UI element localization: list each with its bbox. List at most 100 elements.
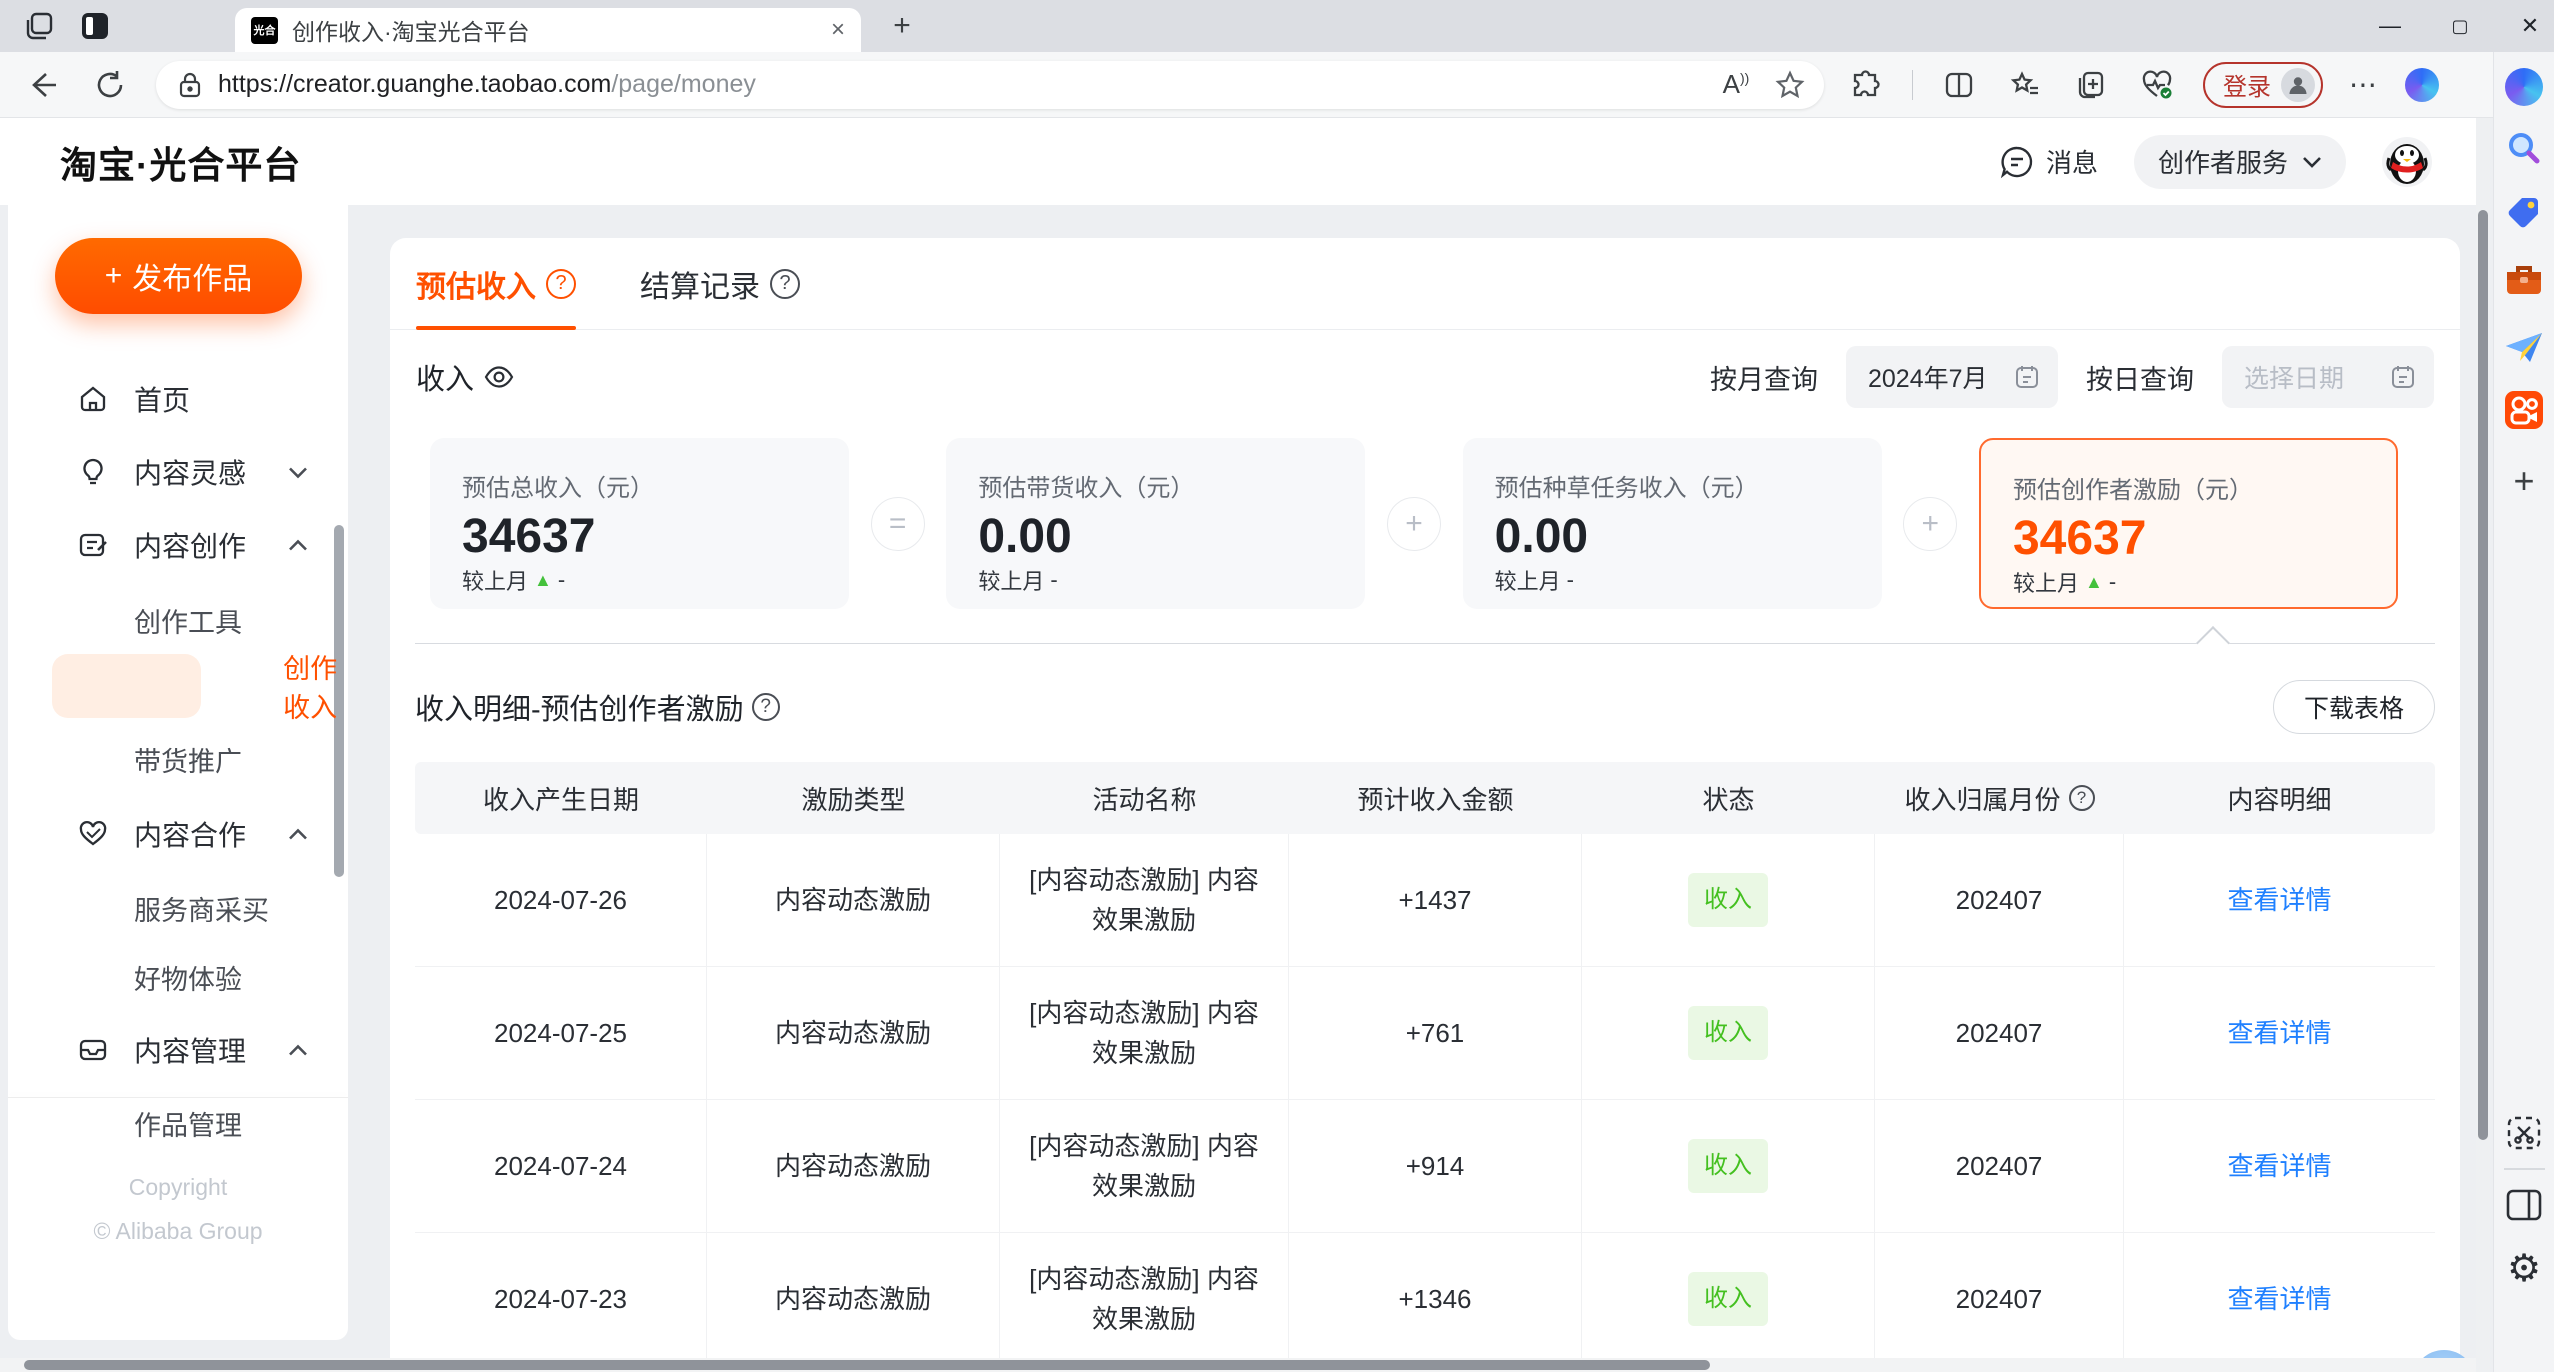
extensions-icon[interactable] (1846, 65, 1886, 105)
sidebar-item-service-purchase[interactable]: 服务商采买 (8, 876, 348, 940)
calendar-icon (2016, 366, 2038, 388)
income-cards: 预估总收入（元） 34637 较上月 ▲ - = 预估带货收入（元） 0.00 较上… (390, 438, 2460, 609)
more-menu-icon[interactable]: ⋯ (2349, 68, 2379, 101)
sidebar-item-cooperation[interactable]: 内容合作 (8, 802, 348, 866)
rail-divider (2504, 1168, 2545, 1170)
income-detail-table: 收入产生日期 激励类型 活动名称 预计收入金额 状态 收入归属月份? 内容明细 … (415, 762, 2435, 1366)
screenshot-snip-icon[interactable] (2505, 1114, 2543, 1152)
site-header: 淘宝·光合平台 消息 创作者服务 (0, 118, 2476, 205)
help-icon[interactable]: ? (751, 693, 780, 721)
scrollbar-thumb[interactable] (2478, 210, 2488, 1140)
split-screen-icon[interactable] (1939, 65, 1979, 105)
window-minimize-button[interactable]: — (2374, 13, 2406, 39)
status-badge: 收入 (1688, 1272, 1768, 1326)
vertical-tabs-icon[interactable] (78, 9, 112, 43)
lock-icon (179, 72, 201, 97)
equals-operator: = (870, 496, 925, 551)
settings-gear-icon[interactable]: ⚙ (2507, 1250, 2541, 1288)
sidebar-item-creation-tools[interactable]: 创作工具 (8, 588, 348, 652)
help-icon[interactable]: ? (770, 268, 800, 299)
sidebar-item-works-management[interactable]: 作品管理 (8, 1091, 348, 1155)
card-creator-incentive[interactable]: 预估创作者激励（元） 34637 较上月 ▲ - (1978, 438, 2398, 609)
view-details-link[interactable]: 查看详情 (2227, 1013, 2331, 1053)
date-placeholder: 选择日期 (2244, 365, 2345, 393)
kuaishou-icon[interactable] (2504, 390, 2544, 430)
shopping-tag-icon[interactable] (2505, 194, 2543, 232)
read-aloud-icon[interactable]: A)) (1716, 65, 1756, 105)
browser-toolbar: https://creator.guanghe.taobao.com/page/… (0, 52, 2554, 118)
message-icon (2000, 146, 2033, 178)
date-picker[interactable]: 选择日期 (2222, 346, 2434, 408)
table-row: 2024-07-23 内容动态激励 [内容动态激励] 内容效果激励 +1346 … (415, 1233, 2435, 1366)
table-row: 2024-07-25 内容动态激励 [内容动态激励] 内容效果激励 +761 收… (415, 967, 2435, 1100)
browser-essentials-icon[interactable] (2137, 65, 2177, 105)
month-picker[interactable]: 2024年7月 (1846, 346, 2058, 408)
window-close-button[interactable]: ✕ (2514, 13, 2546, 39)
tab-estimated-income[interactable]: 预估收入 ? (416, 238, 576, 330)
help-icon[interactable]: ? (546, 268, 576, 299)
home-icon (80, 386, 106, 412)
download-table-button[interactable]: 下载表格 (2272, 680, 2435, 734)
sidebar-item-management[interactable]: 内容管理 (8, 1018, 348, 1082)
main-panel: 预估收入 ? 结算记录 ? 收入 按月查询 2024年7月 按日查询 选择日期 … (390, 238, 2460, 1372)
collections-icon[interactable] (2005, 65, 2045, 105)
avatar[interactable] (2382, 136, 2432, 187)
sidebar-item-product-trial[interactable]: 好物体验 (8, 945, 348, 1009)
new-tab-button[interactable]: + (882, 6, 922, 46)
chevron-down-icon (289, 467, 307, 478)
card-sales-income[interactable]: 预估带货收入（元） 0.00 较上月 - (946, 438, 1366, 609)
scrollbar-thumb[interactable] (24, 1360, 1710, 1370)
add-tabs-icon[interactable] (2071, 65, 2111, 105)
income-section-label: 收入 (416, 356, 514, 398)
sidebar-divider (8, 1097, 348, 1098)
query-by-month-label: 按月查询 (1710, 364, 1818, 395)
publish-button[interactable]: + 发布作品 (55, 238, 302, 314)
card-total-income[interactable]: 预估总收入（元） 34637 较上月 ▲ - (430, 438, 849, 609)
browser-tab[interactable]: 光合 创作收入·淘宝光合平台 × (235, 8, 861, 52)
toolbar-divider (1912, 69, 1913, 100)
view-details-link[interactable]: 查看详情 (2227, 1146, 2331, 1186)
address-bar[interactable]: https://creator.guanghe.taobao.com/page/… (156, 60, 1824, 109)
messages-button[interactable]: 消息 (2000, 143, 2098, 180)
window-maximize-button[interactable]: ▢ (2444, 16, 2476, 37)
page-vertical-scrollbar[interactable] (2476, 118, 2490, 1372)
sidebar-item-promotion[interactable]: 带货推广 (8, 727, 348, 791)
copilot-icon[interactable] (2405, 67, 2439, 102)
view-details-link[interactable]: 查看详情 (2227, 880, 2331, 920)
calendar-icon (2392, 366, 2414, 388)
tab-settlement-records[interactable]: 结算记录 ? (640, 238, 800, 329)
profile-icon (2281, 67, 2315, 102)
url-text[interactable]: https://creator.guanghe.taobao.com/page/… (218, 70, 1702, 99)
copyright: Copyright © Alibaba Group (93, 1174, 263, 1244)
page-horizontal-scrollbar[interactable] (0, 1358, 2476, 1372)
paper-plane-icon[interactable] (2504, 330, 2544, 366)
sidebar-item-inspiration[interactable]: 内容灵感 (8, 440, 348, 504)
detail-section-title: 收入明细-预估创作者激励 ? (415, 686, 780, 728)
eye-icon[interactable] (484, 366, 514, 388)
sidebar-toggle-icon[interactable] (2505, 1188, 2543, 1222)
trend-up-icon: ▲ (534, 569, 552, 590)
add-sidebar-item-icon[interactable]: + (2513, 460, 2534, 502)
table-row: 2024-07-24 内容动态激励 [内容动态激励] 内容效果激励 +914 收… (415, 1100, 2435, 1233)
copilot-sidebar-icon[interactable] (2505, 68, 2543, 106)
favorite-star-icon[interactable] (1770, 65, 1810, 105)
back-icon[interactable] (22, 65, 62, 105)
refresh-icon[interactable] (90, 65, 130, 105)
sidebar-item-creation[interactable]: 内容创作 (8, 513, 348, 577)
site-logo[interactable]: 淘宝·光合平台 (60, 135, 301, 189)
creator-service-dropdown[interactable]: 创作者服务 (2133, 134, 2346, 189)
sidebar-item-home[interactable]: 首页 (8, 367, 348, 431)
help-icon[interactable]: ? (2068, 785, 2095, 811)
search-sidebar-icon[interactable] (2505, 130, 2543, 168)
income-tabs: 预估收入 ? 结算记录 ? (390, 238, 2460, 330)
chevron-up-icon (289, 828, 307, 839)
toolbox-icon[interactable] (2504, 262, 2544, 298)
card-task-income[interactable]: 预估种草任务收入（元） 0.00 较上月 - (1462, 438, 1882, 609)
tab-actions-icon[interactable] (22, 9, 56, 43)
view-details-link[interactable]: 查看详情 (2227, 1279, 2331, 1319)
login-button[interactable]: 登录 (2203, 61, 2323, 108)
sidebar-item-creation-income[interactable]: 创作收入 (8, 654, 348, 723)
lightbulb-icon (83, 458, 103, 485)
tab-close-icon[interactable]: × (831, 16, 845, 44)
card-pointer-divider (415, 626, 2435, 660)
